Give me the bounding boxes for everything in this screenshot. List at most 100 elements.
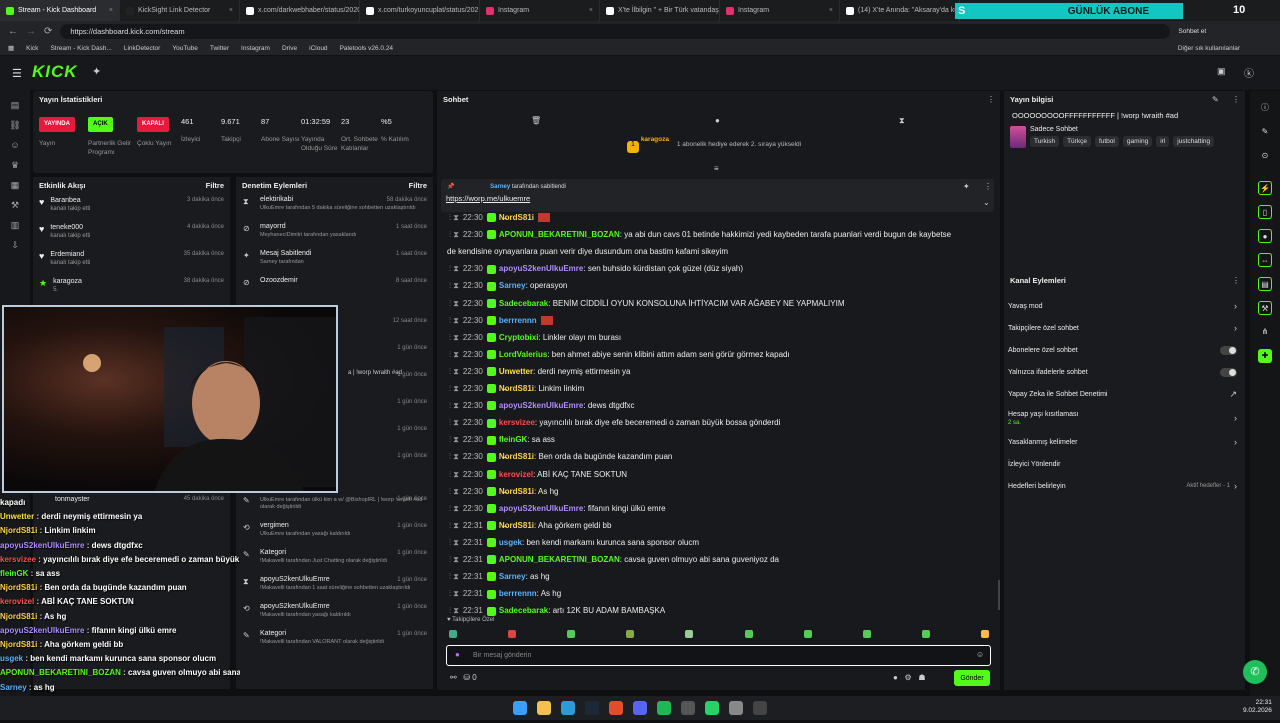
mod-tools-icon[interactable]: ⫶ ⧗ (449, 264, 459, 273)
steam-icon[interactable] (585, 701, 599, 715)
moderation-row[interactable]: ✎ Kategori !Makavelli tarafından Just Chat… (236, 546, 433, 573)
address-input[interactable]: https://dashboard.kick.com/stream (60, 23, 1171, 39)
explorer-icon[interactable] (537, 701, 551, 715)
chat-username[interactable]: kerovizel (499, 470, 533, 479)
channel-action[interactable]: Hedefleri belirleyin Aktif hedefler - 1 › (1004, 475, 1245, 497)
channel-action[interactable]: Yavaş mod › (1004, 295, 1245, 317)
kick-logo[interactable]: KICK (32, 62, 78, 82)
wrench-icon[interactable]: ⚒ (1258, 301, 1272, 315)
bookmark-item[interactable]: Twitter (210, 45, 229, 52)
link-icon[interactable]: ⇔ (1258, 253, 1272, 267)
mod-tools-icon[interactable]: ⫶ ⧗ (449, 281, 459, 290)
channel-action[interactable]: Abonelere özel sohbet (1004, 339, 1245, 361)
chat-scrollbar[interactable] (998, 580, 1000, 610)
mic-icon[interactable]: ● (455, 650, 460, 659)
whatsapp-float-icon[interactable]: ✆ (1243, 660, 1267, 684)
apps-icon[interactable]: ▦ (8, 44, 14, 52)
forward-icon[interactable]: → (26, 26, 36, 37)
mod-tools-icon[interactable]: ⫶ ⧗ (449, 435, 459, 444)
browser-tab[interactable]: X'te İlbilgin " + Bir Türk vatandaş× (600, 0, 720, 21)
discord-icon[interactable] (633, 701, 647, 715)
chat-username[interactable]: APONUN_BEKARETINI_BOZAN (499, 555, 620, 564)
chat-username[interactable]: apoyuS2kenUlkuEmre (499, 264, 583, 273)
back-icon[interactable]: ← (8, 26, 18, 37)
moderation-filter-button[interactable]: Filtre (409, 181, 427, 190)
trash-icon[interactable]: 🗑 (531, 116, 541, 125)
channel-action[interactable]: Takipçilere özel sohbet › (1004, 317, 1245, 339)
chat-username[interactable]: berrrennn (499, 316, 537, 325)
mod-tools-icon[interactable]: ⫶ ⧗ (449, 350, 459, 359)
rail-tools-icon[interactable]: ⚒ (9, 200, 21, 210)
send-button[interactable]: Gönder (954, 670, 990, 686)
mod-tools-icon[interactable]: ⫶ ⧗ (449, 333, 459, 342)
share-icon[interactable]: ⋔ (1258, 325, 1272, 339)
mod-tools-icon[interactable]: ⫶ ⧗ (449, 418, 459, 427)
mod-tools-icon[interactable]: ⫶ ⧗ (449, 521, 459, 530)
rail-download-icon[interactable]: ⇩ (9, 240, 21, 250)
info-icon[interactable]: ⓘ (1258, 101, 1272, 115)
moderation-row[interactable]: ✦ Mesaj Sabitlendi Sarney tarafından 1 saat… (236, 247, 433, 274)
chat-username[interactable]: Sadecebarak (499, 606, 548, 615)
pin-tool-icon[interactable]: ✦ (92, 65, 101, 78)
chat-username[interactable]: kersvizee (499, 418, 535, 427)
activity-row[interactable]: ♥ Erdemiand kanalı takip etti 35 dakika önc… (33, 247, 230, 274)
tag-chip[interactable]: Turkish (1030, 136, 1060, 147)
channel-action[interactable]: Yapay Zeka ile Sohbet Denetimi ↗ (1004, 383, 1245, 405)
other-bookmarks[interactable]: Diğer sık kullanılanlar (1178, 45, 1240, 52)
bookmark-item[interactable]: Stream - Kick Dash... (50, 45, 111, 52)
toggle-switch[interactable] (1220, 367, 1237, 377)
activity-row[interactable]: ★ karagoza 5. 38 dakika önce (33, 274, 230, 301)
channel-action[interactable]: Hesap yaşı kısıtlaması 2 sa. › (1004, 405, 1245, 431)
kick-k-icon[interactable]: ⓚ (1244, 65, 1254, 80)
info-menu-icon[interactable]: ⋮ (1232, 95, 1240, 104)
bolt-icon[interactable]: ⚡ (1258, 181, 1272, 195)
browser-tab[interactable]: KickSight Link Detector × (120, 0, 240, 21)
start-icon[interactable] (513, 701, 527, 715)
plugin-icon[interactable]: ✚ (1258, 349, 1272, 363)
chat-icon[interactable]: ● (1258, 229, 1272, 243)
edge-icon[interactable] (561, 701, 575, 715)
browser-tab[interactable]: Instagram × (720, 0, 840, 21)
mod-tools-icon[interactable]: ⫶ ⧗ (449, 555, 459, 564)
chat-username[interactable]: N̶ordS81i (499, 384, 534, 393)
chat-username[interactable]: LordValerius (499, 350, 547, 359)
pinned-collapse-icon[interactable]: ⌄ (983, 198, 990, 207)
mod-tools-icon[interactable]: ⫶ ⧗ (449, 299, 459, 308)
browser-tab[interactable]: Stream - Kick Dashboard × (0, 0, 120, 21)
whatsapp-icon[interactable] (705, 701, 719, 715)
mod-tools-icon[interactable]: ⫶ ⧗ (449, 452, 459, 461)
chat-username[interactable]: Sarney (499, 572, 526, 581)
chat-bubble-icon[interactable]: ● (715, 116, 720, 125)
moderation-row[interactable]: ⊘ mayorrd MeyhaneciDimitri tarafından yasa… (236, 220, 433, 247)
mod-tools-icon[interactable]: ⫶ ⧗ (449, 504, 459, 513)
chat-settings-icons[interactable]: ● ⚙ ☗ (893, 673, 926, 682)
chat-username[interactable]: Sarney (499, 281, 526, 290)
tag-chip[interactable]: Türkçe (1063, 136, 1091, 147)
mod-tools-icon[interactable]: ⫶ ⧗ (449, 401, 459, 410)
rail-link-icon[interactable]: ⛓ (9, 120, 21, 130)
chat-username[interactable]: Cryptobixi (499, 333, 539, 342)
mod-tools-icon[interactable]: ⫶ ⧗ (449, 589, 459, 598)
obs-icon[interactable] (753, 701, 767, 715)
camera-icon[interactable]: ▣ (1217, 66, 1226, 77)
spotify-icon[interactable] (657, 701, 671, 715)
bookmark-item[interactable]: Paletools v26.0.24 (340, 45, 393, 52)
mod-tools-icon[interactable]: ⫶ ⧗ (449, 316, 459, 325)
chat-button[interactable]: Sohbet et (1178, 28, 1206, 35)
moderation-row[interactable]: ⟲ vergimen UlkuEmre tarafından yasağı kald… (236, 519, 433, 546)
app-icon[interactable] (609, 701, 623, 715)
chat-menu-icon[interactable]: ⋮ (987, 95, 995, 104)
actions-menu-icon[interactable]: ⋮ (1232, 276, 1240, 285)
chat-username[interactable]: APONUN_BEKARETINI_BOZAN (499, 230, 620, 239)
moderation-row[interactable]: ⟲ apoyuS2kenUlkuEmre !Makavelli tarafından… (236, 600, 433, 627)
chat-username[interactable]: usgek (499, 538, 522, 547)
mod-tools-icon[interactable]: ⫶ ⧗ (449, 230, 459, 239)
mod-tools-icon[interactable]: ⫶ ⧗ (449, 606, 459, 615)
mod-tools-icon[interactable]: ⫶ ⧗ (449, 487, 459, 496)
tab-close-icon[interactable]: × (829, 7, 833, 14)
browser-tab[interactable]: x.com/turkoyuncuplat/status/202× (360, 0, 480, 21)
bookmark-item[interactable]: iCloud (309, 45, 327, 52)
mod-tools-icon[interactable]: ⫶ ⧗ (449, 470, 459, 479)
toggle-switch[interactable] (1220, 345, 1237, 355)
chat-username[interactable]: Unwetter (499, 367, 533, 376)
